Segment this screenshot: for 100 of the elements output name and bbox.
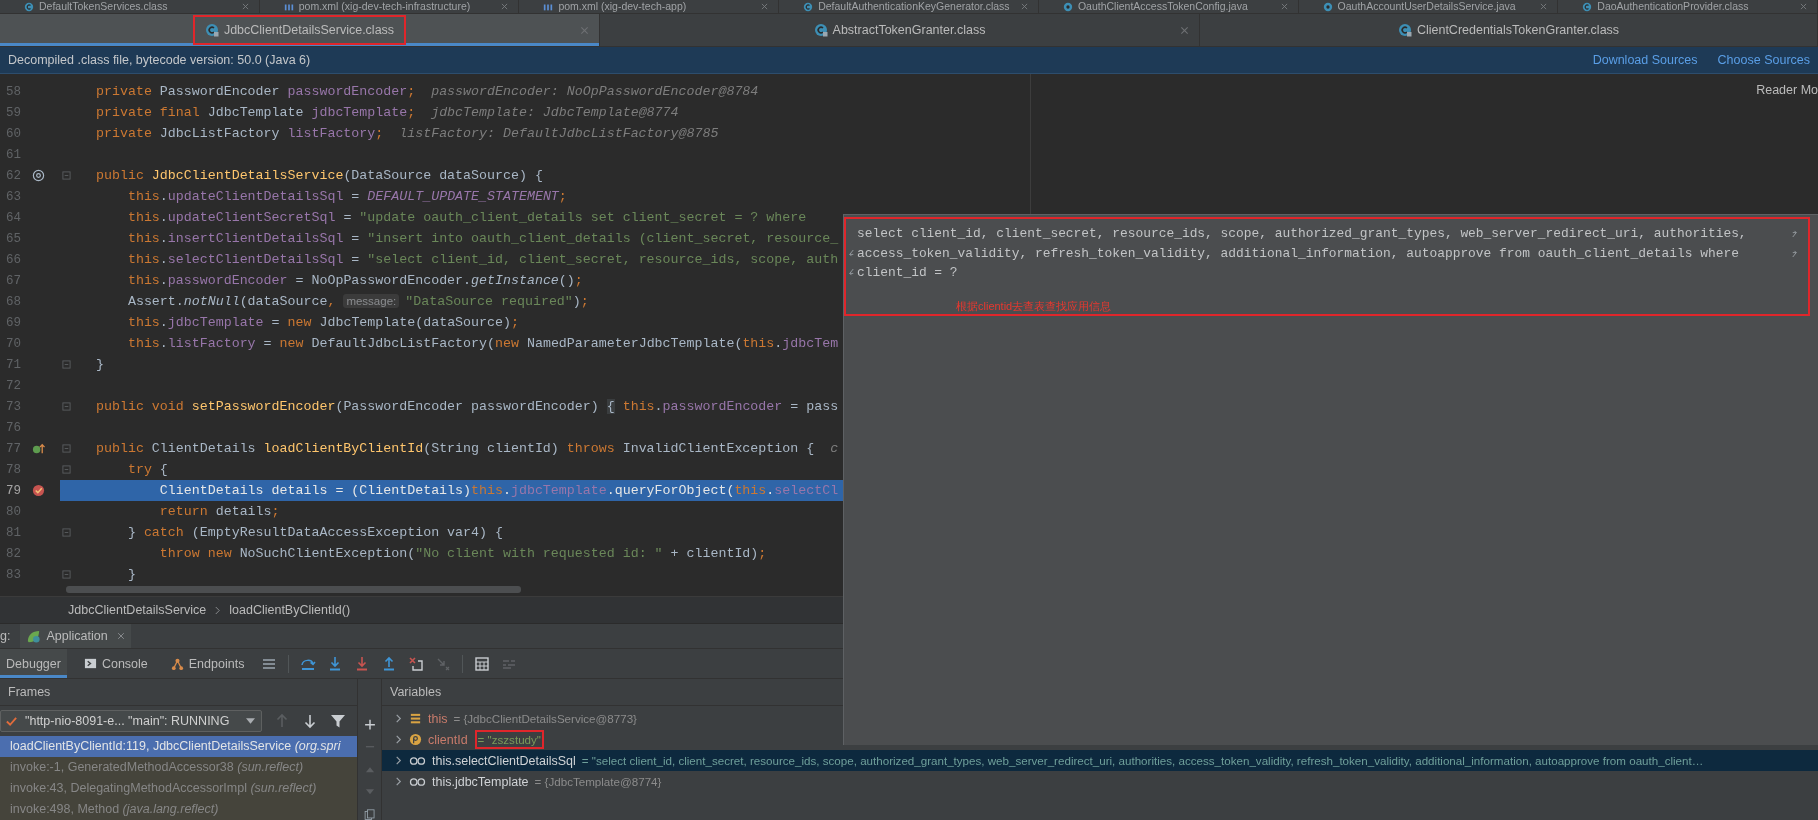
line-number: 73	[5, 399, 22, 414]
code-line: return details;	[158, 504, 280, 519]
banner-link[interactable]: Choose Sources	[1717, 53, 1810, 67]
arrow-up-icon[interactable]	[274, 713, 290, 729]
line-number: 69	[5, 315, 22, 330]
fold-icon[interactable]	[62, 444, 71, 453]
line-number: 67	[5, 273, 22, 288]
at-sign-icon[interactable]	[32, 169, 45, 182]
close-icon[interactable]	[761, 3, 769, 10]
line-number: 83	[5, 567, 22, 582]
chevron-icon[interactable]	[394, 777, 403, 786]
fold-icon[interactable]	[62, 360, 71, 369]
close-icon[interactable]	[1280, 3, 1288, 10]
annotation-note: 根据clientid去查表查找应用信息	[956, 299, 1112, 314]
panel-title: Frames	[8, 685, 51, 699]
copy-icon[interactable]	[363, 808, 376, 820]
calculator-icon[interactable]	[474, 655, 491, 672]
editor-tab[interactable]: AbstractTokenGranter.class	[600, 14, 1200, 46]
close-icon[interactable]	[1540, 3, 1548, 10]
fold-icon[interactable]	[62, 402, 71, 411]
class-file-icon	[204, 23, 219, 37]
code-line: this.updateClientDetailsSql = DEFAULT_UPDATE_STATEMENT;	[126, 189, 567, 204]
fold-icon[interactable]	[62, 528, 71, 537]
tool-tab[interactable]: Endpoints	[164, 649, 251, 678]
stack-frame[interactable]: invoke:-1, GeneratedMethodAccessor38 (sun.reflect)	[0, 757, 357, 778]
code-line: private JdbcListFactory listFactory; listFactory: DefaultJdbcListFactory@8785	[96, 126, 719, 141]
line-number: 60	[5, 126, 22, 141]
fold-icon[interactable]	[62, 570, 71, 579]
fold-icon[interactable]	[62, 465, 71, 474]
stack-frame[interactable]: loadClientByClientId:119, JdbcClientDetailsService (org.spri	[0, 736, 357, 757]
code-line: this.passwordEncoder = NoOpPasswordEncoder.getInstance();	[126, 273, 583, 288]
tool-tab[interactable]: Console	[77, 649, 154, 678]
arrow-down-icon[interactable]	[302, 713, 318, 729]
code-line: }	[96, 357, 104, 372]
code-line: this.updateClientSecretSql = "update oauth_client_details set client_secret = ? where	[126, 210, 807, 225]
editor-tab[interactable]: ClientCredentialsTokenGranter.class	[1200, 14, 1818, 46]
stack-icon	[409, 712, 422, 725]
line-number: 79	[5, 483, 22, 498]
class-file-icon	[24, 1, 34, 12]
banner-message: Decompiled .class file, bytecode version: 50.0 (Java 6)	[8, 53, 311, 67]
close-icon[interactable]	[1020, 3, 1028, 10]
code-line: this.insertClientDetailsSql = "insert into oauth_client_details (client_secret, resource_	[126, 231, 839, 246]
panel-title: Variables	[390, 685, 442, 699]
stack-frame[interactable]: invoke:498, Method (java.lang.reflect)	[0, 799, 357, 820]
chevron-icon	[214, 605, 222, 615]
line-number: 59	[5, 105, 22, 120]
editor-tab[interactable]: JdbcClientDetailsService.class	[0, 14, 600, 46]
line-number: 58	[5, 84, 22, 99]
scrollbar[interactable]	[66, 586, 521, 593]
chevron-icon[interactable]	[394, 756, 403, 765]
code-line: this.jdbcTemplate = new JdbcTemplate(dataSource);	[126, 315, 519, 330]
sql-text: select client_id, client_secret, resource_ids, scope, authorized_grant_types, web_server_redirect_uri, authorities,	[857, 226, 1747, 242]
close-icon[interactable]	[241, 3, 249, 10]
close-icon[interactable]	[580, 25, 589, 35]
code-line: }	[126, 567, 136, 582]
code-line: private PasswordEncoder passwordEncoder; passwordEncoder: NoOpPasswordEncoder@8784	[96, 84, 759, 99]
code-line: this.listFactory = new DefaultJdbcListFactory(new NamedParameterJdbcTemplate(this.jdbcTem	[126, 336, 839, 351]
line-number: 61	[5, 147, 22, 162]
line-number: 76	[5, 420, 22, 435]
code-line: public void setPasswordEncoder(PasswordEncoder passwordEncoder) { this.passwordEncoder = pass	[96, 399, 839, 414]
line-number: 62	[5, 168, 22, 183]
breadcrumb-item[interactable]: JdbcClientDetailsService	[68, 603, 207, 617]
breakpoint-icon[interactable]	[32, 484, 45, 497]
plus-icon[interactable]	[363, 719, 376, 731]
code-line: private final JdbcTemplate jdbcTemplate; jdbcTemplate: JdbcTemplate@8774	[96, 105, 679, 120]
caret-icon	[246, 718, 255, 724]
tool-tab[interactable]: Debugger	[0, 649, 67, 678]
line-number: 72	[5, 378, 22, 393]
banner-link[interactable]: Download Sources	[1592, 53, 1698, 67]
line-number: 81	[5, 525, 22, 540]
variable-row[interactable]: this.selectClientDetailsSql = "select client_id, client_secret, resource_ids, scope, authorized_grant_types, web_server_redirect_uri, authorities, access_token_validity, refresh_token_validity, additional_information, autoapprove from oauth_client…	[382, 750, 1818, 771]
line-number: 70	[5, 336, 22, 351]
fold-icon[interactable]	[62, 171, 71, 180]
java-file-icon	[1322, 1, 1333, 12]
chevron-icon[interactable]	[394, 714, 403, 723]
cross-box-icon[interactable]	[408, 655, 425, 672]
close-icon[interactable]	[501, 3, 509, 10]
filter-icon[interactable]	[330, 713, 346, 729]
terminal-icon	[83, 657, 97, 670]
override-icon[interactable]	[32, 442, 45, 455]
variable-row[interactable]: this = {JdbcClientDetailsService@8773}	[382, 708, 1818, 729]
stack-frame[interactable]: invoke:43, DelegatingMethodAccessorImpl (sun.reflect)	[0, 778, 357, 799]
close-icon[interactable]	[1800, 3, 1808, 10]
code-line: } catch (EmptyResultDataAccessException var4) {	[126, 525, 503, 540]
variable-row[interactable]: clientId = "zszstudy"	[382, 729, 1818, 750]
chevron-icon[interactable]	[394, 735, 403, 744]
leaf-icon	[26, 628, 42, 644]
breadcrumb-item[interactable]: loadClientByClientId()	[229, 603, 351, 617]
sql-text: client_id = ?	[857, 265, 958, 281]
code-line: try {	[126, 462, 168, 477]
line-number: 65	[5, 231, 22, 246]
checkmark-icon	[5, 714, 18, 728]
code-line: Assert.notNull(dataSource, message: "DataSource required");	[126, 294, 589, 309]
reader-mode-label[interactable]: Reader Mo	[1756, 83, 1818, 97]
thread-dropdown[interactable]: "http-nio-8091-e... "main": RUNNING	[0, 710, 262, 732]
session-tab[interactable]: Application	[20, 624, 131, 648]
code-line: public JdbcClientDetailsService(DataSource dataSource) {	[96, 168, 543, 183]
variable-row[interactable]: this.jdbcTemplate = {JdbcTemplate@8774}	[382, 771, 1818, 792]
close-icon[interactable]	[116, 632, 125, 640]
close-icon[interactable]	[1180, 25, 1189, 35]
